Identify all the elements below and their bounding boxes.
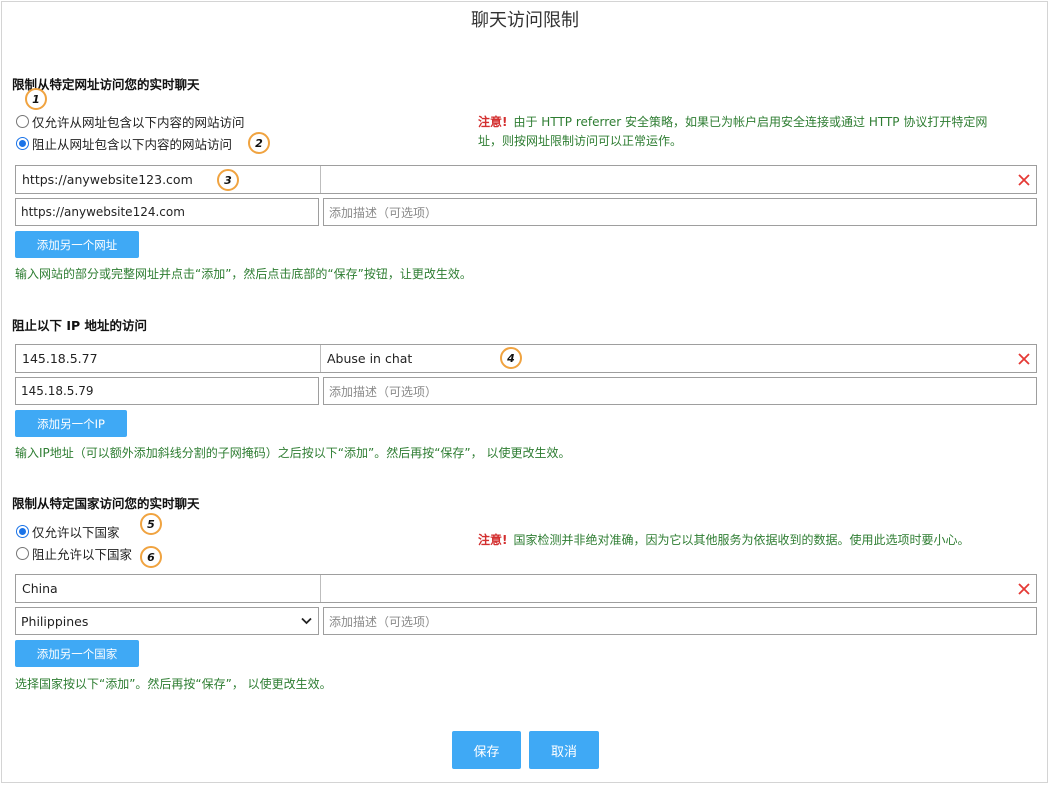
ip-row: 145.18.5.77 Abuse in chat	[15, 344, 1037, 373]
country-select-value: Philippines	[21, 613, 89, 629]
annotation-badge-1: 1	[25, 88, 47, 110]
url-hint: 输入网站的部分或完整网址并点击“添加”，然后点击底部的“保存”按钮，让更改生效。	[15, 267, 472, 281]
country-row-value: China	[16, 575, 321, 602]
url-row-value: https://anywebsite123.com	[16, 166, 321, 193]
close-x-icon[interactable]	[1018, 352, 1030, 365]
country-description-input[interactable]: 添加描述（可选项）	[323, 607, 1037, 635]
url-note-warning: 注意!	[478, 115, 508, 129]
url-new-input[interactable]: https://anywebsite124.com	[15, 198, 319, 226]
country-block-label: 阻止允许以下国家	[32, 547, 133, 562]
annotation-badge-5: 5	[140, 513, 162, 535]
ip-hint: 输入IP地址（可以额外添加斜线分割的子网掩码）之后按以下“添加”。然后再按“保存…	[15, 446, 571, 460]
country-allow-radio[interactable]	[16, 525, 29, 538]
country-option-allow[interactable]: 仅允许以下国家	[16, 522, 120, 541]
country-row-description	[321, 575, 1036, 602]
url-note-text-2: 址，则按网址限制访问可以正常运作。	[478, 134, 683, 148]
chevron-down-icon	[301, 617, 312, 625]
country-row: China	[15, 574, 1037, 603]
country-allow-label: 仅允许以下国家	[32, 525, 120, 540]
url-option-block[interactable]: 阻止从网址包含以下内容的网站访问	[16, 134, 232, 153]
country-option-block[interactable]: 阻止允许以下国家	[16, 544, 132, 563]
ip-section-title: 阻止以下 IP 地址的访问	[12, 318, 148, 333]
country-hint: 选择国家按以下“添加”。然后再按“保存”， 以使更改生效。	[15, 677, 332, 691]
ip-row-description-text: Abuse in chat	[327, 351, 413, 366]
ip-row-value: 145.18.5.77	[16, 345, 321, 372]
add-ip-button[interactable]: 添加另一个IP	[15, 410, 127, 437]
url-note-text-1: 由于 HTTP referrer 安全策略，如果已为帐户启用安全连接或通过 HT…	[513, 115, 988, 129]
url-block-radio[interactable]	[16, 137, 29, 150]
country-block-radio[interactable]	[16, 547, 29, 560]
ip-description-input[interactable]: 添加描述（可选项）	[323, 377, 1037, 405]
url-description-input[interactable]: 添加描述（可选项）	[323, 198, 1037, 226]
add-url-button[interactable]: 添加另一个网址	[15, 231, 139, 258]
cancel-button[interactable]: 取消	[529, 731, 599, 769]
annotation-badge-2: 2	[248, 132, 270, 154]
url-option-allow[interactable]: 仅允许从网址包含以下内容的网站访问	[16, 112, 245, 131]
close-x-icon[interactable]	[1018, 173, 1030, 186]
annotation-badge-4: 4	[500, 347, 522, 369]
url-note: 注意! 由于 HTTP referrer 安全策略，如果已为帐户启用安全连接或通过…	[478, 113, 1038, 151]
url-block-label: 阻止从网址包含以下内容的网站访问	[32, 137, 233, 152]
country-note: 注意! 国家检测并非绝对准确，因为它以其他服务为依据收到的数据。使用此选项时要小心…	[478, 531, 1038, 550]
country-select[interactable]: Philippines	[15, 607, 319, 635]
ip-new-input[interactable]: 145.18.5.79	[15, 377, 319, 405]
ip-row-description: Abuse in chat	[321, 345, 1036, 372]
save-button[interactable]: 保存	[452, 731, 521, 769]
close-x-icon[interactable]	[1018, 582, 1030, 595]
annotation-badge-6: 6	[140, 546, 162, 568]
country-section-title: 限制从特定国家访问您的实时聊天	[12, 496, 200, 511]
country-note-text: 国家检测并非绝对准确，因为它以其他服务为依据收到的数据。使用此选项时要小心。	[513, 533, 970, 547]
url-allow-label: 仅允许从网址包含以下内容的网站访问	[32, 115, 245, 130]
page-title: 聊天访问限制	[471, 10, 579, 31]
url-row-description	[321, 166, 1036, 193]
url-allow-radio[interactable]	[16, 115, 29, 128]
add-country-button[interactable]: 添加另一个国家	[15, 640, 139, 667]
annotation-badge-3: 3	[217, 169, 239, 191]
url-row: https://anywebsite123.com	[15, 165, 1037, 194]
country-note-warning: 注意!	[478, 533, 508, 547]
